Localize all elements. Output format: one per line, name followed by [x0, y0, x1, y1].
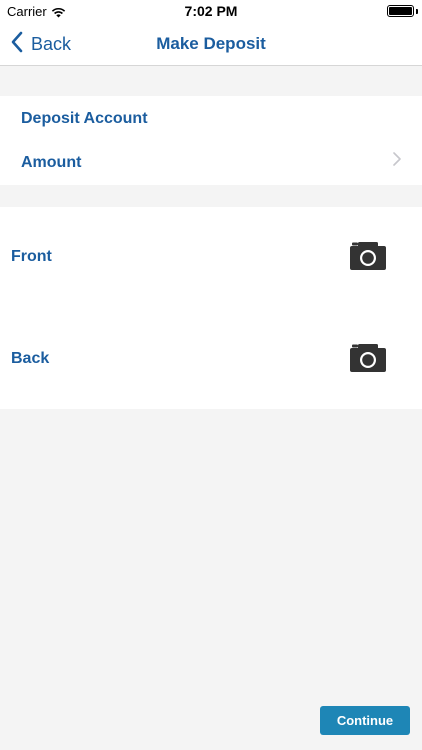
front-image-row[interactable]: Front — [0, 207, 422, 308]
page-title: Make Deposit — [156, 34, 266, 53]
front-label: Front — [11, 248, 52, 265]
check-images-section: Front Back — [0, 207, 422, 409]
deposit-account-label: Deposit Account — [21, 110, 148, 127]
battery-icon — [387, 5, 414, 17]
back-label: Back — [11, 350, 50, 367]
deposit-account-row[interactable]: Deposit Account — [0, 96, 422, 140]
back-image-row[interactable]: Back — [0, 308, 422, 409]
continue-button[interactable]: Continue — [320, 706, 410, 735]
amount-label: Amount — [21, 154, 82, 171]
battery-nub — [416, 9, 418, 14]
back-camera-icon[interactable] — [350, 343, 386, 372]
account-section: Deposit Account Amount — [0, 96, 422, 185]
chevron-right-icon — [393, 152, 401, 171]
navigation-bar: Back Make Deposit — [0, 22, 422, 66]
status-bar: Carrier 7:02 PM — [0, 0, 422, 22]
status-time: 7:02 PM — [184, 3, 238, 19]
front-camera-icon[interactable] — [350, 241, 386, 270]
amount-row[interactable]: Amount — [0, 140, 422, 185]
